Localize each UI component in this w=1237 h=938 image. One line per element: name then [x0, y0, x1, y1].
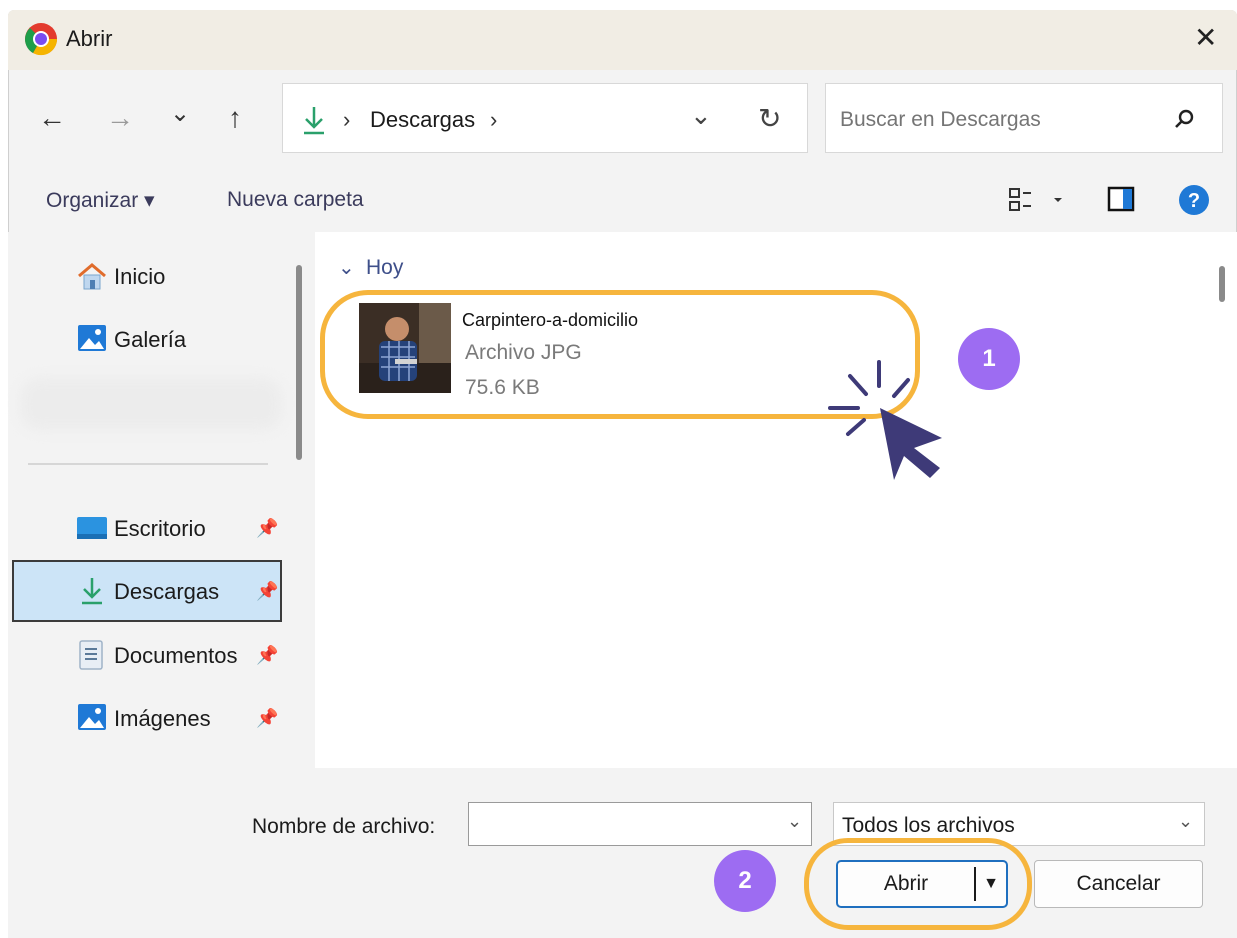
address-dropdown-chevron-icon[interactable]: ⌄ [690, 100, 712, 131]
sidebar-item-descargas[interactable]: Descargas [114, 579, 219, 605]
download-arrow-icon [82, 578, 102, 605]
sidebar-item-documentos[interactable]: Documentos [114, 643, 238, 669]
group-header-hoy[interactable]: Hoy [366, 256, 403, 280]
filename-label: Nombre de archivo: [252, 815, 436, 838]
up-arrow-icon[interactable]: ↑ [228, 104, 242, 132]
filetype-dropdown-chevron-icon[interactable]: ⌄ [1178, 811, 1193, 832]
title-bar [8, 10, 1237, 70]
breadcrumb-separator: › [343, 107, 351, 132]
refresh-icon[interactable]: ↻ [758, 102, 781, 135]
step-badge-1: 1 [958, 328, 1020, 390]
download-arrow-icon [304, 107, 324, 135]
sidebar-item-imagenes[interactable]: Imágenes [114, 706, 211, 732]
chrome-app-icon [24, 23, 58, 56]
group-collapse-chevron-icon[interactable]: ⌄ [338, 255, 355, 280]
recent-locations-chevron-icon[interactable]: ⌄ [170, 100, 190, 128]
click-cursor-icon [828, 360, 942, 480]
organize-menu[interactable]: Organizar ▾ [46, 188, 155, 213]
forward-arrow-icon[interactable]: → [106, 104, 134, 132]
cancel-button[interactable]: Cancelar [1034, 860, 1203, 908]
filetype-value: Todos los archivos [842, 814, 1015, 837]
sidebar-scrollbar[interactable] [296, 265, 302, 460]
filename-dropdown-chevron-icon[interactable]: ⌄ [787, 811, 802, 832]
file-list-scrollbar[interactable] [1219, 266, 1225, 302]
footer-area [8, 768, 1237, 938]
search-icon[interactable] [1172, 107, 1196, 131]
address-bar[interactable] [282, 83, 808, 153]
navigation-pane [8, 232, 315, 768]
filename-input[interactable] [476, 810, 770, 840]
highlight-oval-open [804, 838, 1032, 930]
preview-pane-icon[interactable] [1107, 186, 1137, 212]
help-icon[interactable]: ? [1178, 184, 1210, 216]
pictures-icon [78, 704, 106, 730]
documents-icon [79, 640, 103, 670]
search-input[interactable] [838, 103, 1162, 137]
pin-icon[interactable]: 📌 [256, 708, 278, 729]
pin-icon[interactable]: 📌 [256, 645, 278, 666]
divider [28, 463, 268, 465]
sidebar-item-inicio[interactable]: Inicio [114, 264, 165, 290]
breadcrumb-separator[interactable]: › [490, 107, 497, 133]
breadcrumb-descargas[interactable]: Descargas [370, 107, 475, 133]
sidebar-item-escritorio[interactable]: Escritorio [114, 516, 206, 542]
svg-text:?: ? [1188, 190, 1200, 212]
home-icon [78, 263, 106, 290]
close-icon[interactable]: ✕ [1194, 24, 1217, 52]
blurred-item [20, 378, 282, 430]
new-folder-button[interactable]: Nueva carpeta [227, 188, 364, 212]
pin-icon[interactable]: 📌 [256, 581, 278, 602]
gallery-icon [78, 325, 106, 351]
window-title: Abrir [66, 26, 113, 51]
step-badge-2: 2 [714, 850, 776, 912]
view-options-icon[interactable] [1006, 186, 1072, 214]
pin-icon[interactable]: 📌 [256, 518, 278, 539]
back-arrow-icon[interactable]: ← [38, 104, 66, 132]
desktop-icon [77, 517, 107, 539]
sidebar-item-galeria[interactable]: Galería [114, 327, 186, 353]
